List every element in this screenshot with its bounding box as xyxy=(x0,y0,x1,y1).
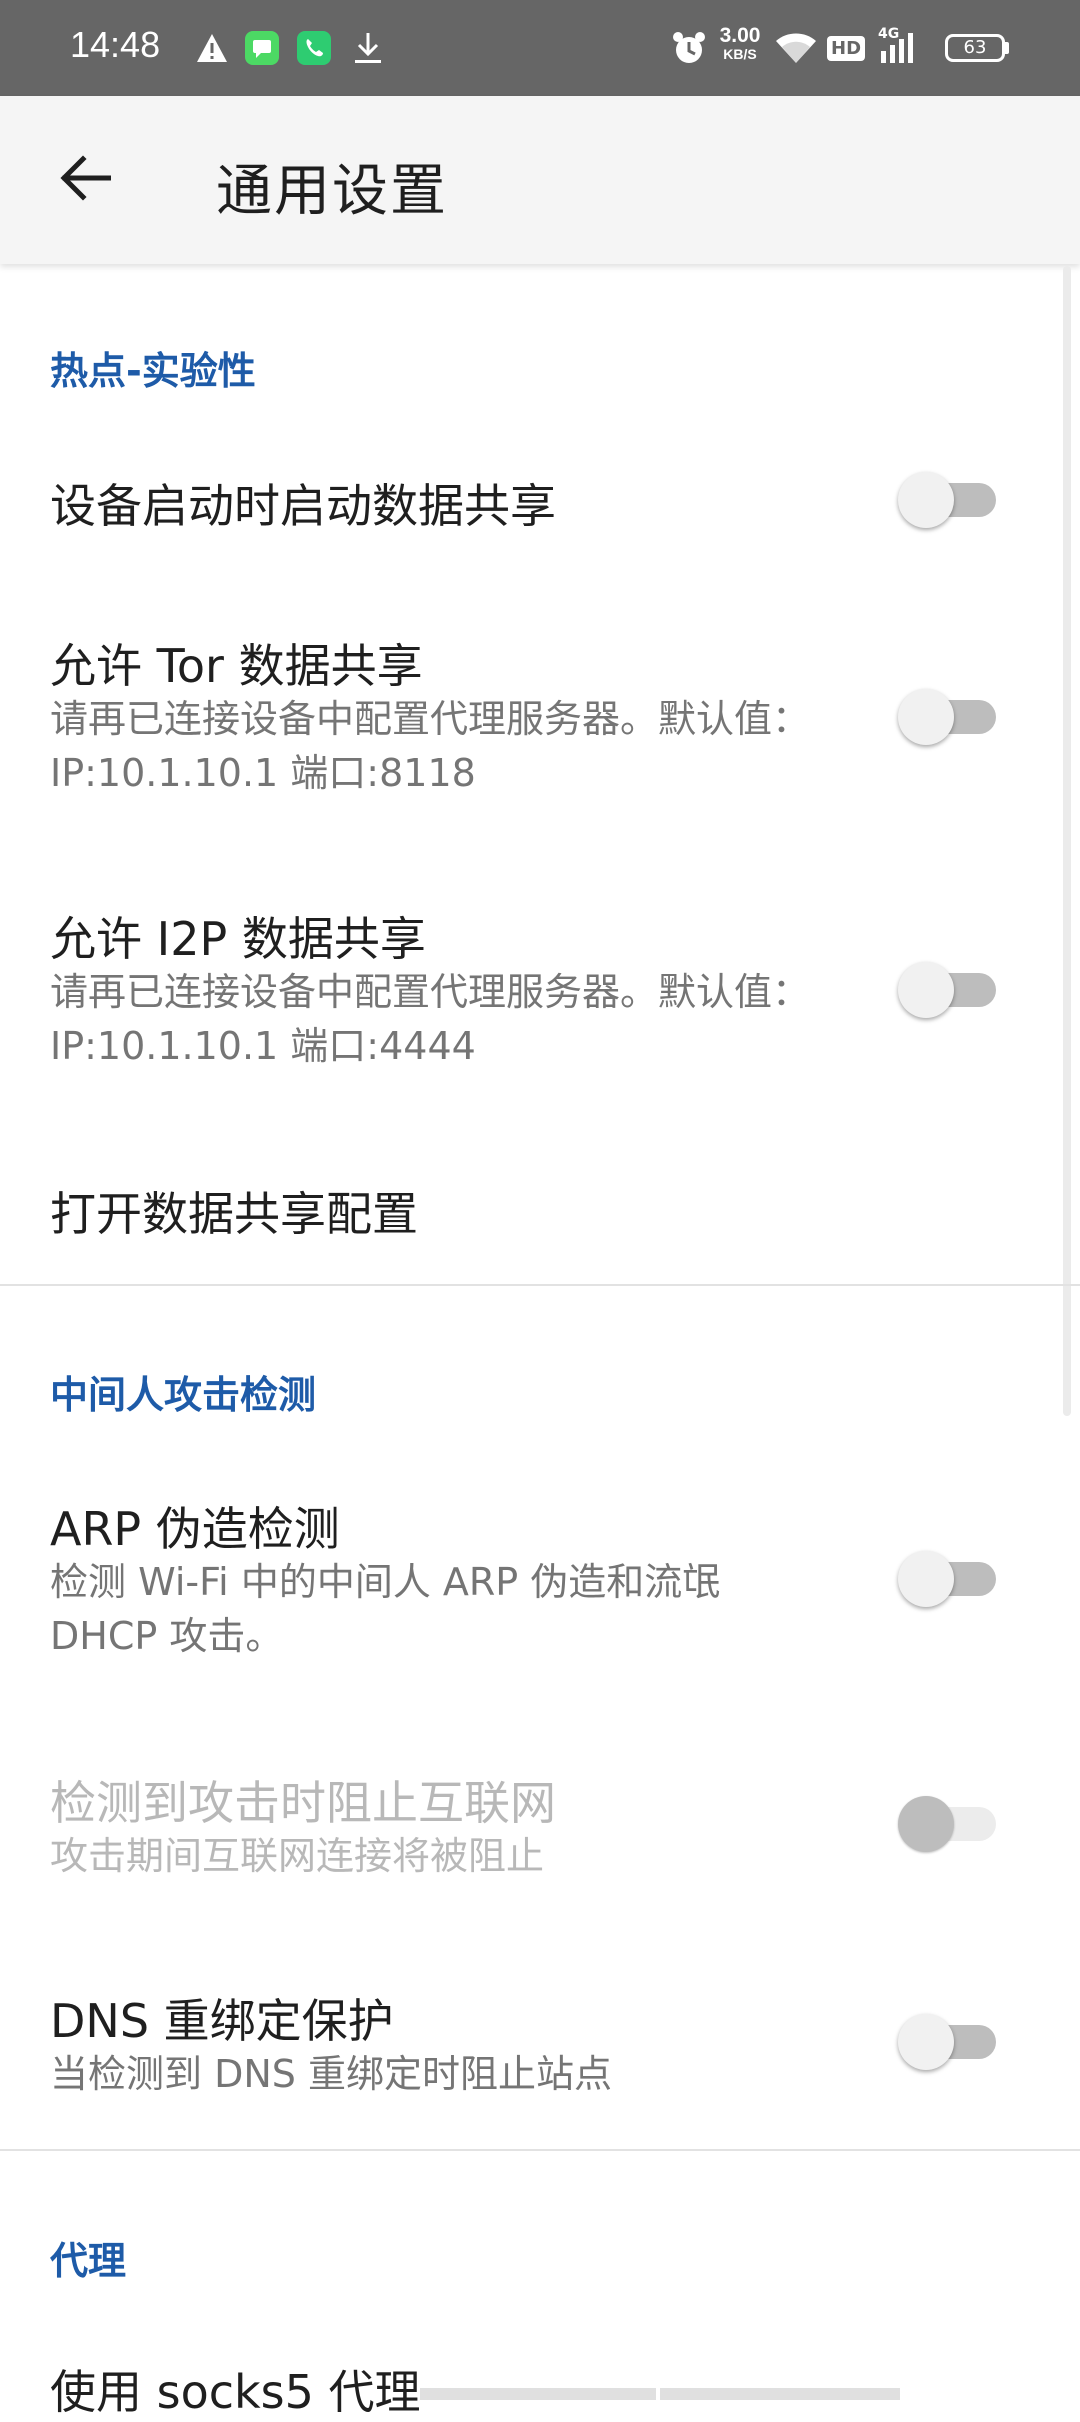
switch-thumb xyxy=(898,472,954,528)
arrow-left-icon xyxy=(59,154,112,206)
battery-level: 63 xyxy=(945,34,1005,62)
warning-icon xyxy=(195,28,229,68)
switch-thumb xyxy=(898,689,954,745)
messages-app-icon xyxy=(244,28,280,68)
wifi-icon xyxy=(774,28,818,68)
phone-app-icon xyxy=(296,28,332,68)
scrollbar[interactable] xyxy=(1063,266,1071,1416)
pref-title: DNS 重绑定保护 xyxy=(50,1994,394,2048)
network-speed: 3.00 KB/S xyxy=(712,24,768,62)
section-header-proxy: 代理 xyxy=(50,2239,127,2283)
pref-title: 允许 I2P 数据共享 xyxy=(50,912,426,966)
dns-rebinding-switch[interactable] xyxy=(898,2008,1002,2070)
pref-title: 打开数据共享配置 xyxy=(50,1187,418,1241)
pref-summary: 攻击期间互联网连接将被阻止 xyxy=(50,1834,545,1878)
network-speed-unit: KB/S xyxy=(723,46,757,62)
arp-detection-switch[interactable] xyxy=(898,1545,1002,1607)
alarm-icon xyxy=(670,28,708,68)
section-header-hotspot: 热点-实验性 xyxy=(50,349,256,393)
battery-icon: 63 xyxy=(942,28,1012,68)
cellular-signal-icon: 4G xyxy=(876,26,920,68)
download-icon xyxy=(350,28,386,68)
hd-icon: HD xyxy=(827,28,866,68)
pref-title: ARP 伪造检测 xyxy=(50,1502,340,1556)
app-bar: 通用设置 xyxy=(0,96,1080,264)
section-divider xyxy=(0,2149,1080,2151)
pref-summary: 请再已连接设备中配置代理服务器。默认值：IP:10.1.10.1 端口:8118 xyxy=(50,697,811,795)
pref-title: 使用 socks5 代理 xyxy=(50,2365,421,2419)
switch-thumb xyxy=(898,2014,954,2070)
block-internet-switch xyxy=(898,1790,1002,1852)
status-time: 14:48 xyxy=(70,24,161,65)
pref-title: 检测到攻击时阻止互联网 xyxy=(50,1776,556,1830)
section-divider xyxy=(0,1284,1080,1286)
status-bar: 14:48 3.00 KB/S HD 4G 63 xyxy=(0,0,1080,96)
network-speed-value: 3.00 xyxy=(719,24,761,47)
bottom-overlay-bar xyxy=(660,2388,900,2400)
back-button[interactable] xyxy=(40,140,130,220)
switch-thumb xyxy=(898,1551,954,1607)
pref-title: 允许 Tor 数据共享 xyxy=(50,639,423,693)
switch-thumb xyxy=(898,962,954,1018)
pref-summary: 当检测到 DNS 重绑定时阻止站点 xyxy=(50,2052,612,2096)
pref-summary: 检测 Wi-Fi 中的中间人 ARP 伪造和流氓 DHCP 攻击。 xyxy=(50,1560,721,1658)
section-header-mitm: 中间人攻击检测 xyxy=(50,1373,317,1417)
hd-label: HD xyxy=(827,35,866,61)
i2p-sharing-switch[interactable] xyxy=(898,956,1002,1018)
page-title: 通用设置 xyxy=(216,159,448,224)
boot-start-switch[interactable] xyxy=(898,466,1002,528)
network-type-label: 4G xyxy=(878,26,900,42)
bottom-overlay-bar xyxy=(420,2388,656,2400)
switch-thumb xyxy=(898,1796,954,1852)
pref-title: 设备启动时启动数据共享 xyxy=(50,479,556,533)
pref-summary: 请再已连接设备中配置代理服务器。默认值：IP:10.1.10.1 端口:4444 xyxy=(50,970,811,1068)
tor-sharing-switch[interactable] xyxy=(898,683,1002,745)
